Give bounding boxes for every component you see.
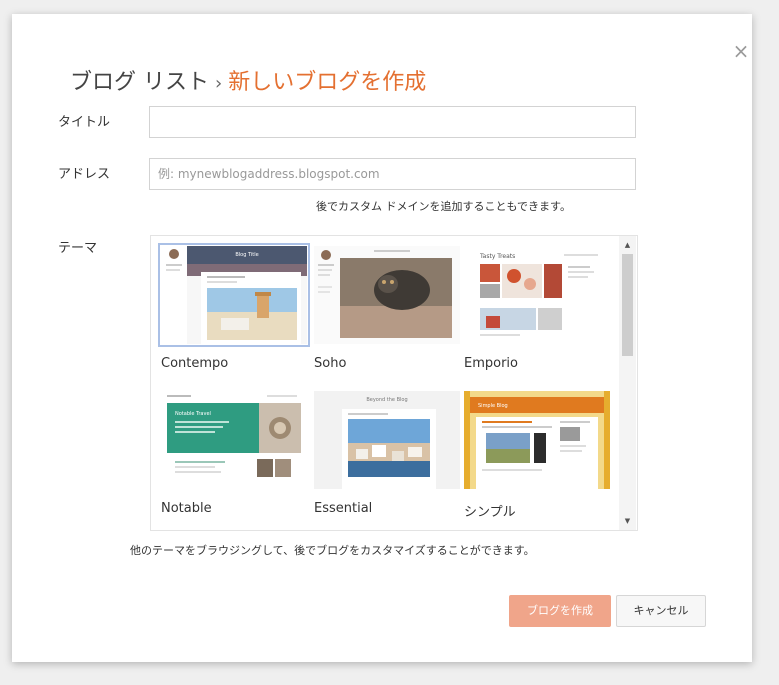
contempo-preview: Blog Title [161, 246, 307, 344]
theme-thumbnail: Simple Blog [464, 391, 610, 489]
theme-thumbnail: Blog Title [158, 243, 310, 347]
close-icon[interactable]: × [730, 40, 752, 62]
svg-text:Blog Title: Blog Title [235, 252, 258, 258]
theme-name: Soho [314, 356, 347, 371]
cancel-button[interactable]: キャンセル [616, 595, 706, 627]
soho-preview [314, 246, 460, 344]
scrollbar-thumb[interactable] [622, 254, 633, 356]
svg-text:Beyond the Blog: Beyond the Blog [366, 397, 407, 403]
breadcrumb-blog-list[interactable]: ブログ リスト [70, 70, 209, 95]
theme-thumbnail: Notable Travel [161, 391, 307, 489]
theme-hint: 他のテーマをブラウジングして、後でブログをカスタマイズすることができます。 [130, 544, 535, 557]
svg-text:Notable Travel: Notable Travel [175, 411, 211, 417]
theme-name: Essential [314, 501, 373, 516]
theme-gallery-scrollbar[interactable]: ▲ ▼ [619, 236, 636, 530]
theme-name: Contempo [161, 356, 229, 371]
breadcrumb-current: 新しいブログを作成 [228, 70, 427, 95]
address-hint: 後でカスタム ドメインを追加することもできます。 [316, 200, 571, 213]
essential-preview: Beyond the Blog [314, 391, 460, 489]
create-blog-button[interactable]: ブログを作成 [509, 595, 611, 627]
theme-name: Notable [161, 501, 212, 516]
theme-thumbnail [314, 246, 460, 344]
theme-thumbnail: Beyond the Blog [314, 391, 460, 489]
theme-label: テーマ [58, 241, 98, 256]
notable-preview: Notable Travel [161, 391, 307, 489]
theme-name: シンプル [464, 505, 516, 520]
breadcrumb-separator-icon: › [215, 73, 223, 94]
title-label: タイトル [58, 115, 111, 130]
theme-thumbnail: Tasty Treats [464, 246, 610, 344]
dialog-title: ブログ リスト › 新しいブログを作成 [70, 64, 426, 96]
scroll-down-icon[interactable]: ▼ [619, 514, 636, 528]
address-input[interactable] [149, 158, 636, 190]
scroll-up-icon[interactable]: ▲ [619, 238, 636, 252]
svg-text:Tasty Treats: Tasty Treats [479, 253, 515, 260]
title-input[interactable] [149, 106, 636, 138]
address-label: アドレス [58, 167, 111, 182]
emporio-preview: Tasty Treats [464, 246, 610, 344]
simple-preview: Simple Blog [464, 391, 610, 489]
svg-text:Simple Blog: Simple Blog [478, 403, 508, 409]
theme-name: Emporio [464, 356, 518, 371]
theme-gallery: Blog Title Contempo Soho Tasty Treats Em… [150, 235, 638, 531]
